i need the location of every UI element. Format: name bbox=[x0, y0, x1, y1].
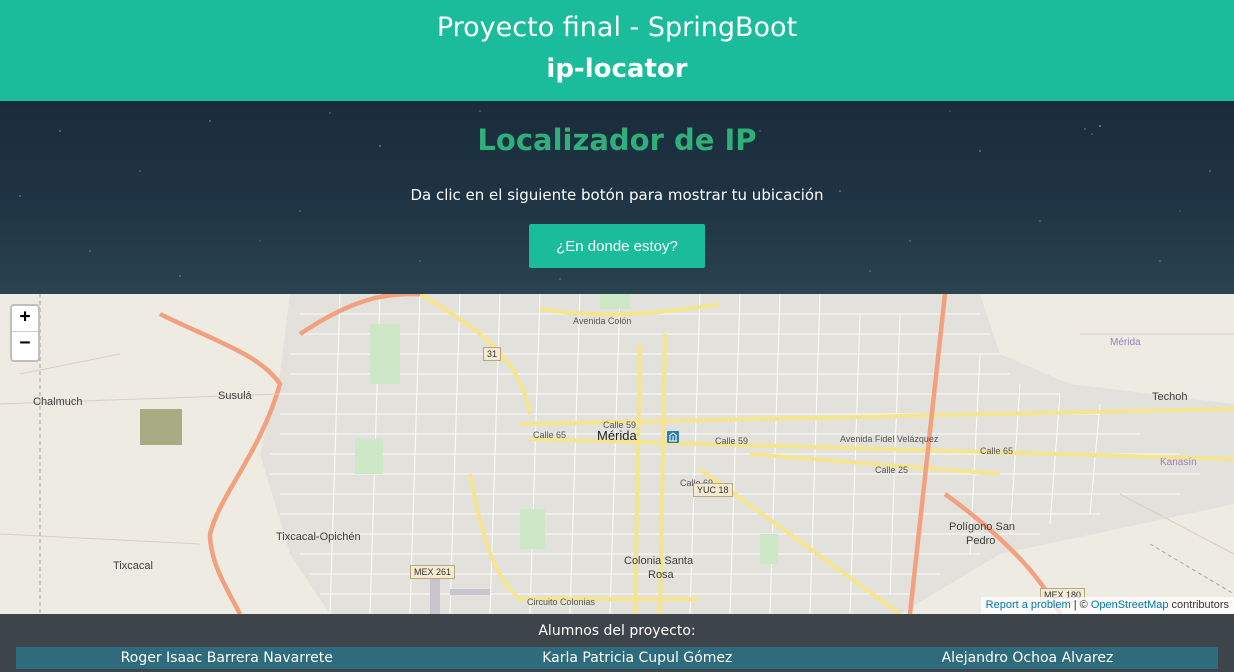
locator-instruction: Da clic en el siguiente botón para mostr… bbox=[410, 186, 824, 204]
zoom-out-button[interactable]: − bbox=[12, 332, 38, 358]
map-label-merida-district: Mérida bbox=[1110, 337, 1141, 348]
locator-heading: Localizador de IP bbox=[477, 123, 757, 157]
where-am-i-button[interactable]: ¿En donde estoy? bbox=[529, 224, 705, 268]
openstreetmap-link[interactable]: OpenStreetMap bbox=[1091, 599, 1169, 611]
attribution-separator: | © bbox=[1070, 599, 1091, 611]
map-label-susula: Susulá bbox=[218, 390, 252, 402]
student-name: Roger Isaac Barrera Navarrete bbox=[120, 650, 333, 666]
shield-mex-261: MEX 261 bbox=[410, 565, 456, 579]
road-label-calle-25: Calle 25 bbox=[875, 465, 909, 475]
app-header: Proyecto final - SpringBoot ip-locator bbox=[0, 0, 1234, 101]
road-label-calle-65: Calle 65 bbox=[533, 430, 567, 440]
map-label-chalmuch: Chalmuch bbox=[33, 396, 83, 408]
map-view[interactable]: + − Mérida Chalmuch Susulá Tixcacal-Opic… bbox=[0, 294, 1234, 614]
map-label-merida: Mérida bbox=[597, 428, 637, 443]
map-tiles[interactable] bbox=[0, 294, 1234, 614]
map-attribution: Report a problem | © OpenStreetMap contr… bbox=[980, 597, 1234, 614]
map-label-poligono-san: Polígono San bbox=[949, 521, 1016, 533]
map-label-tixcacal-opichen: Tixcacal-Opichén bbox=[276, 531, 361, 543]
footer: Alumnos del proyecto: Roger Isaac Barrer… bbox=[0, 614, 1234, 672]
road-label-calle-59-east: Calle 59 bbox=[715, 436, 749, 446]
map-label-rosa: Rosa bbox=[648, 569, 674, 581]
road-label-circuito-colonias: Circuito Colonias bbox=[527, 597, 596, 607]
road-label-calle-59: Calle 59 bbox=[603, 420, 637, 430]
road-label-avenida-fidel: Avenida Fidel Velázquez bbox=[840, 434, 939, 444]
road-label-calle-65-east: Calle 65 bbox=[980, 446, 1014, 456]
map-label-techoh: Techoh bbox=[1152, 391, 1188, 403]
shield-31: 31 bbox=[483, 347, 502, 361]
zoom-in-button[interactable]: + bbox=[12, 306, 38, 332]
students-label: Alumnos del proyecto: bbox=[538, 623, 696, 639]
attribution-suffix: contributors bbox=[1168, 599, 1229, 611]
landmark-icon bbox=[667, 431, 679, 443]
students-list: Roger Isaac Barrera Navarrete Karla Patr… bbox=[16, 647, 1218, 669]
student-name: Karla Patricia Cupul Gómez bbox=[542, 650, 733, 666]
app-subtitle: ip-locator bbox=[546, 54, 688, 84]
map-label-kanasin: Kanasín bbox=[1160, 457, 1197, 468]
zoom-control: + − bbox=[10, 304, 40, 362]
student-name: Alejandro Ochoa Alvarez bbox=[941, 650, 1114, 666]
report-problem-link[interactable]: Report a problem bbox=[986, 599, 1071, 611]
hero-section: Localizador de IP Da clic en el siguient… bbox=[0, 101, 1234, 294]
road-label-avenida-colon: Avenida Colón bbox=[573, 316, 632, 326]
shield-yuc-18: YUC 18 bbox=[693, 483, 733, 497]
map-label-tixcacal: Tixcacal bbox=[113, 560, 153, 572]
map-label-colonia-santa: Colonia Santa bbox=[624, 555, 694, 567]
app-title: Proyecto final - SpringBoot bbox=[436, 12, 798, 43]
map-label-pedro: Pedro bbox=[966, 535, 996, 547]
